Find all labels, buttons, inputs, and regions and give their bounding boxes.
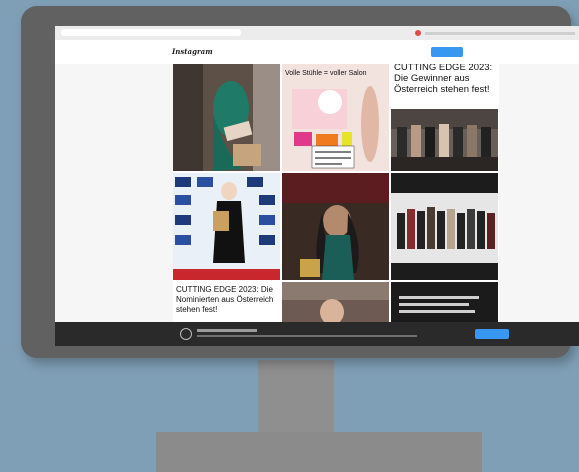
post-caption: Volle Stühle = voller Salon xyxy=(285,70,367,77)
post-caption: CUTTING EDGE 2023: Die Nominierten aus Ö… xyxy=(176,285,274,314)
instagram-header: Instagram xyxy=(55,40,579,64)
monitor: Instagram Volle Stühle = voller Salon CU… xyxy=(21,6,579,358)
bookmarks-bar xyxy=(425,32,575,35)
post-image xyxy=(282,173,389,280)
login-button[interactable] xyxy=(431,47,463,57)
cookie-text xyxy=(197,335,417,337)
browser-screen: Instagram Volle Stühle = voller Salon CU… xyxy=(55,26,579,346)
cookie-banner xyxy=(55,322,579,346)
post-image xyxy=(173,64,280,171)
extension-icon[interactable] xyxy=(415,30,421,36)
monitor-stand-base xyxy=(156,432,482,472)
post-tile[interactable] xyxy=(282,173,389,280)
post-tile[interactable] xyxy=(391,173,498,280)
cookie-accept-button[interactable] xyxy=(475,329,509,339)
register-link[interactable] xyxy=(469,47,505,57)
post-tile[interactable]: CUTTING EDGE 2023: Die Gewinner aus Öste… xyxy=(391,64,498,171)
post-tile[interactable] xyxy=(173,173,280,280)
cookie-title xyxy=(197,329,257,332)
post-image xyxy=(282,64,389,171)
monitor-stand-neck xyxy=(258,360,334,440)
cookie-icon xyxy=(180,328,192,340)
instagram-logo[interactable]: Instagram xyxy=(172,47,213,56)
post-image xyxy=(173,173,280,280)
post-tile[interactable] xyxy=(173,64,280,171)
post-image xyxy=(391,173,498,280)
post-grid: Volle Stühle = voller Salon CUTTING EDGE… xyxy=(173,64,499,346)
post-caption: CUTTING EDGE 2023: Die Gewinner aus Öste… xyxy=(394,64,493,95)
url-field[interactable] xyxy=(61,29,241,36)
browser-address-bar[interactable] xyxy=(55,26,579,41)
post-tile[interactable]: Volle Stühle = voller Salon xyxy=(282,64,389,171)
post-image xyxy=(391,109,498,171)
